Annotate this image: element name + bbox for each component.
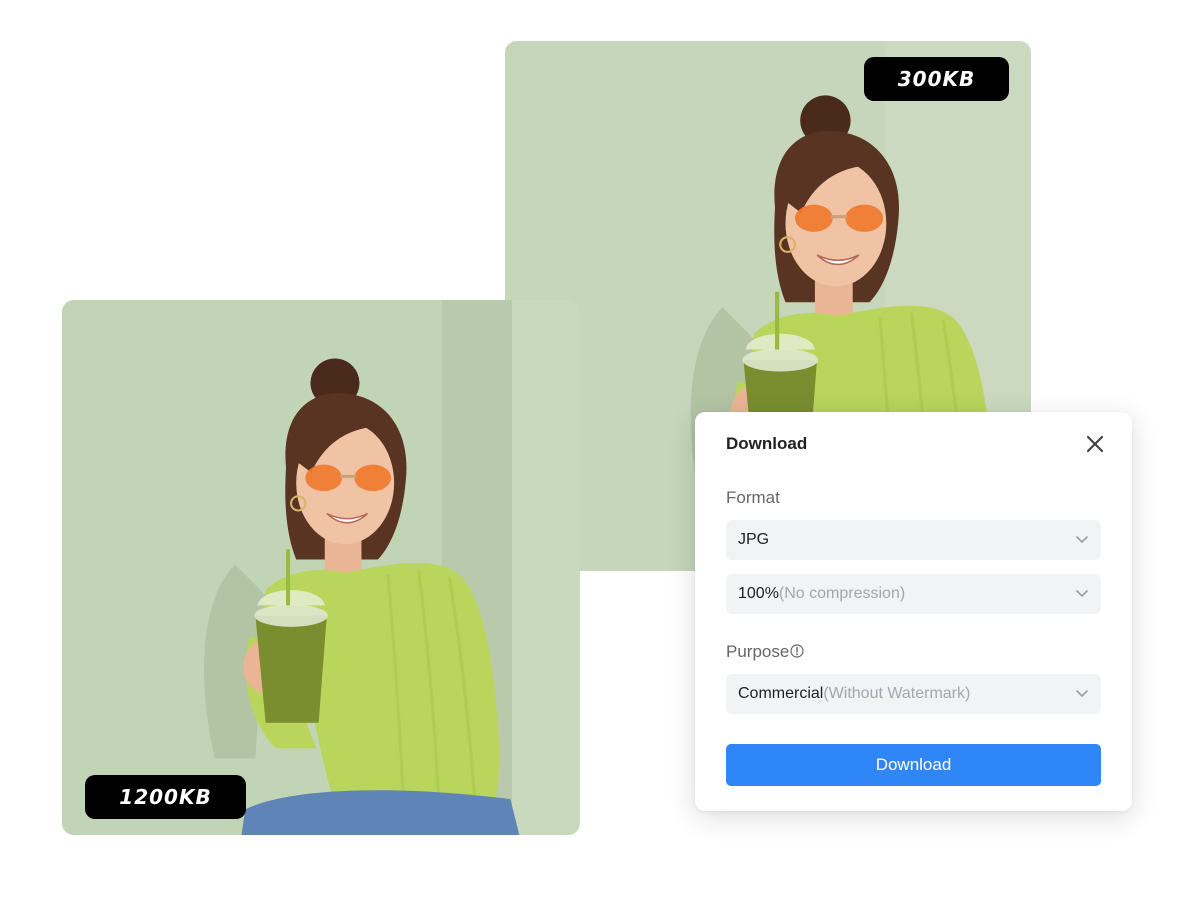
download-dialog: Download Format JPG 100% (No compression)… xyxy=(695,412,1132,811)
info-icon[interactable] xyxy=(790,644,804,658)
purpose-select[interactable]: Commercial (Without Watermark) xyxy=(726,674,1101,714)
quality-value: 100% xyxy=(738,585,779,602)
format-label: Format xyxy=(726,488,780,507)
chevron-down-icon xyxy=(1076,590,1088,598)
chevron-down-icon xyxy=(1076,690,1088,698)
quality-hint: (No compression) xyxy=(778,585,906,602)
original-photo-image xyxy=(62,300,580,835)
purpose-value: Commercial xyxy=(738,685,824,702)
compressed-size-badge: 300KB xyxy=(864,57,1009,101)
original-photo xyxy=(62,300,580,835)
purpose-hint: (Without Watermark) xyxy=(823,685,971,702)
download-button[interactable]: Download xyxy=(726,744,1101,786)
format-select[interactable]: JPG xyxy=(726,520,1101,560)
chevron-down-icon xyxy=(1076,536,1088,544)
purpose-label-row: Purpose xyxy=(726,642,804,662)
quality-select[interactable]: 100% (No compression) xyxy=(726,574,1101,614)
close-icon[interactable] xyxy=(1083,432,1107,456)
original-size-badge: 1200KB xyxy=(85,775,246,819)
format-select-value: JPG xyxy=(738,531,770,548)
purpose-label: Purpose xyxy=(726,642,790,661)
dialog-title: Download xyxy=(726,434,808,453)
